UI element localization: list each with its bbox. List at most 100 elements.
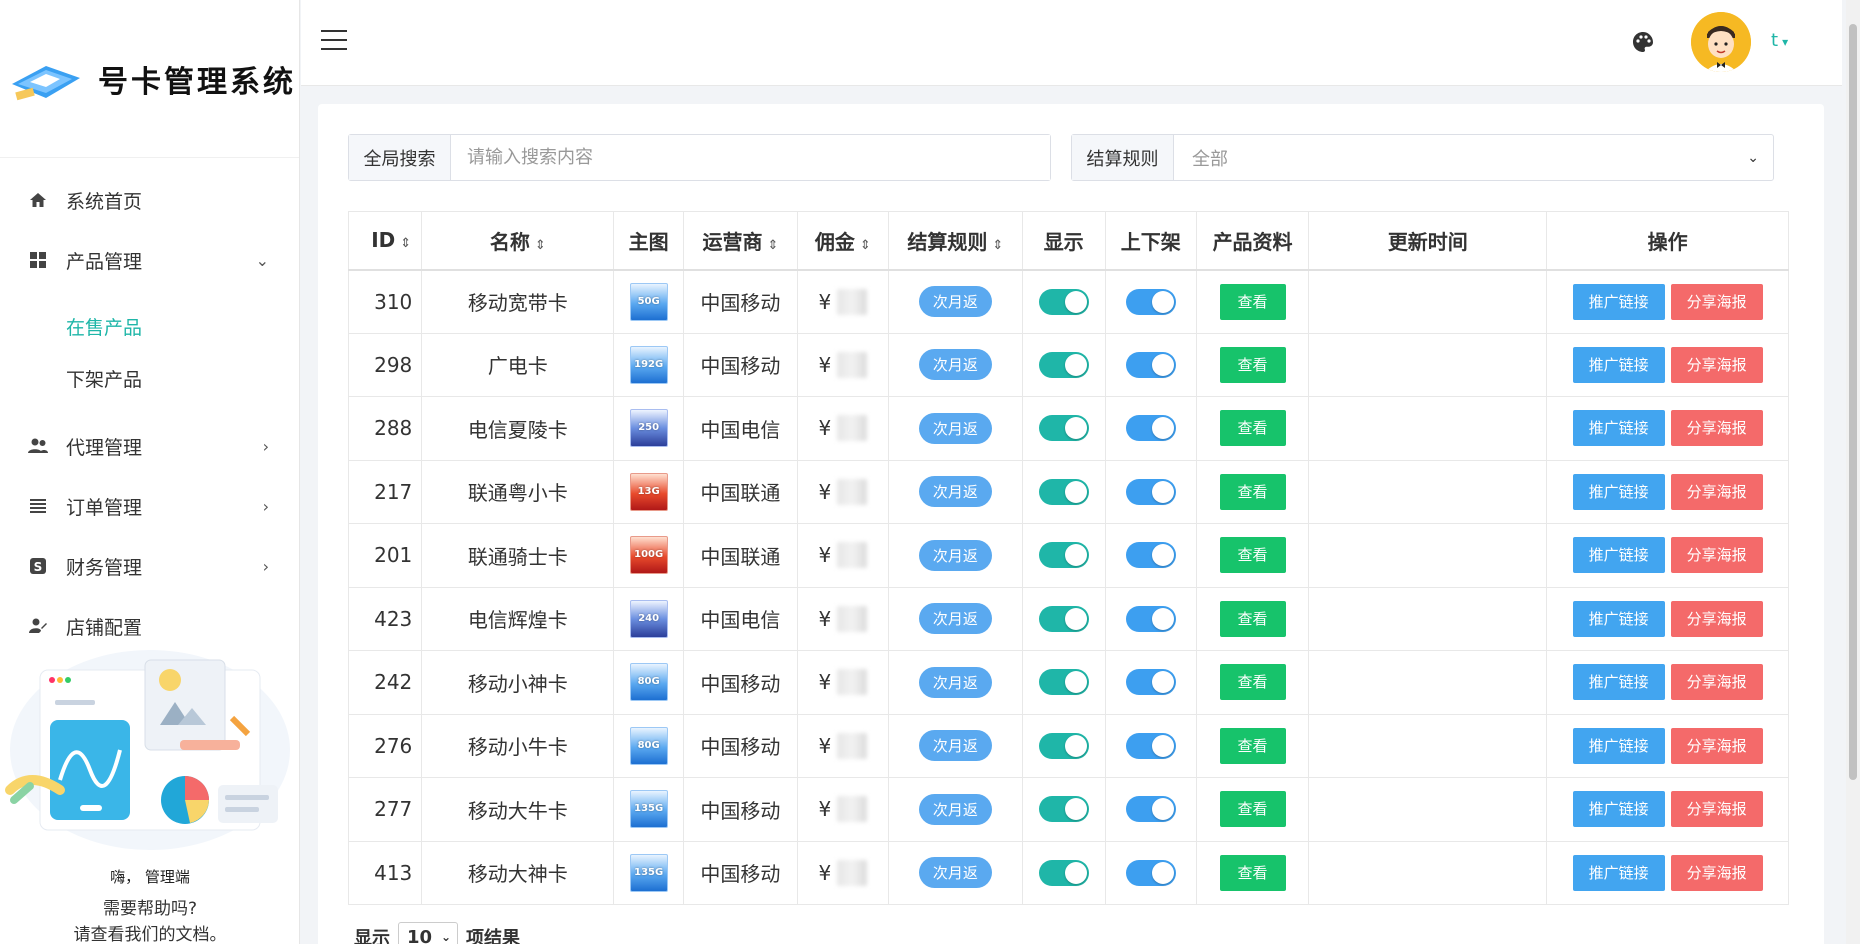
username-label: t <box>1771 30 1779 51</box>
sidebar-item-finance[interactable]: S 财务管理 › <box>0 536 299 596</box>
visible-toggle[interactable] <box>1038 288 1089 315</box>
user-menu[interactable]: t ▾ <box>1771 30 1788 51</box>
page-length-select[interactable]: 10 ⌄ <box>398 922 458 944</box>
visible-toggle[interactable] <box>1038 859 1089 886</box>
shelf-toggle[interactable] <box>1125 605 1176 632</box>
column-header-rule[interactable]: 结算规则 ⇕ <box>887 211 1023 271</box>
promo-link-button[interactable]: 推广链接 <box>1572 537 1665 574</box>
product-thumbnail[interactable]: 80G <box>629 726 668 765</box>
shelf-toggle[interactable] <box>1125 859 1176 886</box>
share-poster-button[interactable]: 分享海报 <box>1670 791 1763 828</box>
cell-rule: 次月返 <box>887 523 1023 588</box>
share-poster-button[interactable]: 分享海报 <box>1670 537 1763 574</box>
sidebar-item-label: 代理管理 <box>66 436 143 459</box>
view-button[interactable]: 查看 <box>1219 410 1286 447</box>
menu-toggle-icon[interactable] <box>321 30 347 50</box>
promo-link-button[interactable]: 推广链接 <box>1572 664 1665 701</box>
avatar[interactable] <box>1691 12 1751 72</box>
sidebar-item-orders[interactable]: 订单管理 › <box>0 476 299 536</box>
cell-name: 移动小牛卡 <box>421 713 615 778</box>
promo-link-button[interactable]: 推广链接 <box>1572 854 1665 891</box>
logo[interactable]: 号卡管理系统 <box>0 0 299 158</box>
view-button[interactable]: 查看 <box>1219 727 1286 764</box>
palette-icon[interactable] <box>1631 30 1655 54</box>
product-thumbnail[interactable]: 192G <box>629 345 668 384</box>
promo-link-button[interactable]: 推广链接 <box>1572 346 1665 383</box>
product-thumbnail[interactable]: 135G <box>629 790 668 829</box>
share-poster-button[interactable]: 分享海报 <box>1670 346 1763 383</box>
scrollbar-thumb[interactable] <box>1849 24 1857 780</box>
toggle-knob <box>1064 671 1087 694</box>
promo-link-button[interactable]: 推广链接 <box>1572 410 1665 447</box>
product-thumbnail[interactable]: 100G <box>629 536 668 575</box>
table-body: 310 移动宽带卡 50G 中国移动 ¥ 次月返 查看 推广链接 分享海报 298 广电卡 192G 中… <box>347 269 1789 905</box>
page-scrollbar[interactable] <box>1846 0 1860 944</box>
cell-updated <box>1308 840 1548 905</box>
shelf-toggle[interactable] <box>1125 796 1176 823</box>
visible-toggle[interactable] <box>1038 478 1089 505</box>
shelf-toggle[interactable] <box>1125 415 1176 442</box>
sidebar-item-products[interactable]: 产品管理 ⌄ <box>0 230 299 290</box>
product-thumbnail[interactable]: 135G <box>629 853 668 892</box>
visible-toggle[interactable] <box>1038 605 1089 632</box>
product-thumbnail[interactable]: 240 <box>629 599 668 638</box>
promo-link-button[interactable]: 推广链接 <box>1572 283 1665 320</box>
sidebar-item-label: 产品管理 <box>66 250 143 273</box>
column-header-commission[interactable]: 佣金 ⇕ <box>796 211 889 271</box>
share-poster-button[interactable]: 分享海报 <box>1670 727 1763 764</box>
cell-commission: ¥ <box>796 777 889 842</box>
product-thumbnail[interactable]: 50G <box>629 282 668 321</box>
column-header-id[interactable]: ID ⇕ <box>347 211 423 271</box>
view-button[interactable]: 查看 <box>1219 791 1286 828</box>
help-docs-link[interactable]: 请查看我们的文档。 <box>0 920 300 944</box>
view-button[interactable]: 查看 <box>1219 854 1286 891</box>
share-poster-button[interactable]: 分享海报 <box>1670 473 1763 510</box>
view-button[interactable]: 查看 <box>1219 537 1286 574</box>
sidebar-item-on-sale[interactable]: 在售产品 <box>0 300 299 352</box>
help-illustration <box>5 650 290 850</box>
cell-actions: 推广链接 分享海报 <box>1546 586 1789 651</box>
view-button[interactable]: 查看 <box>1219 283 1286 320</box>
share-poster-button[interactable]: 分享海报 <box>1670 410 1763 447</box>
shelf-toggle[interactable] <box>1125 732 1176 759</box>
visible-toggle[interactable] <box>1038 542 1089 569</box>
visible-toggle[interactable] <box>1038 415 1089 442</box>
cell-updated <box>1308 396 1548 461</box>
view-button[interactable]: 查看 <box>1219 346 1286 383</box>
promo-link-button[interactable]: 推广链接 <box>1572 727 1665 764</box>
thumbnail-text: 50G <box>637 295 660 307</box>
view-button[interactable]: 查看 <box>1219 473 1286 510</box>
shelf-toggle[interactable] <box>1125 669 1176 696</box>
sidebar-item-label: 店铺配置 <box>66 616 143 639</box>
cell-commission: ¥ <box>796 840 889 905</box>
shelf-toggle[interactable] <box>1125 351 1176 378</box>
shelf-toggle[interactable] <box>1125 478 1176 505</box>
promo-link-button[interactable]: 推广链接 <box>1572 473 1665 510</box>
column-header-carrier[interactable]: 运营商 ⇕ <box>683 211 798 271</box>
product-thumbnail[interactable]: 13G <box>629 472 668 511</box>
shelf-toggle[interactable] <box>1125 542 1176 569</box>
shelf-toggle[interactable] <box>1125 288 1176 315</box>
promo-link-button[interactable]: 推广链接 <box>1572 791 1665 828</box>
view-button[interactable]: 查看 <box>1219 600 1286 637</box>
share-poster-button[interactable]: 分享海报 <box>1670 283 1763 320</box>
cell-updated <box>1308 523 1548 588</box>
product-thumbnail[interactable]: 250 <box>629 409 668 448</box>
product-thumbnail[interactable]: 80G <box>629 663 668 702</box>
sidebar-item-off-shelf[interactable]: 下架产品 <box>0 352 299 404</box>
rule-select[interactable]: 全部 ⌄ <box>1174 135 1773 180</box>
column-header-name[interactable]: 名称 ⇕ <box>421 211 615 271</box>
visible-toggle[interactable] <box>1038 669 1089 696</box>
rule-badge: 次月返 <box>918 666 992 698</box>
visible-toggle[interactable] <box>1038 732 1089 759</box>
visible-toggle[interactable] <box>1038 351 1089 378</box>
promo-link-button[interactable]: 推广链接 <box>1572 600 1665 637</box>
share-poster-button[interactable]: 分享海报 <box>1670 664 1763 701</box>
visible-toggle[interactable] <box>1038 796 1089 823</box>
view-button[interactable]: 查看 <box>1219 664 1286 701</box>
search-input[interactable] <box>451 135 1050 180</box>
sidebar-item-home[interactable]: 系统首页 <box>0 170 299 230</box>
sidebar-item-agents[interactable]: 代理管理 › <box>0 416 299 476</box>
share-poster-button[interactable]: 分享海报 <box>1670 854 1763 891</box>
share-poster-button[interactable]: 分享海报 <box>1670 600 1763 637</box>
